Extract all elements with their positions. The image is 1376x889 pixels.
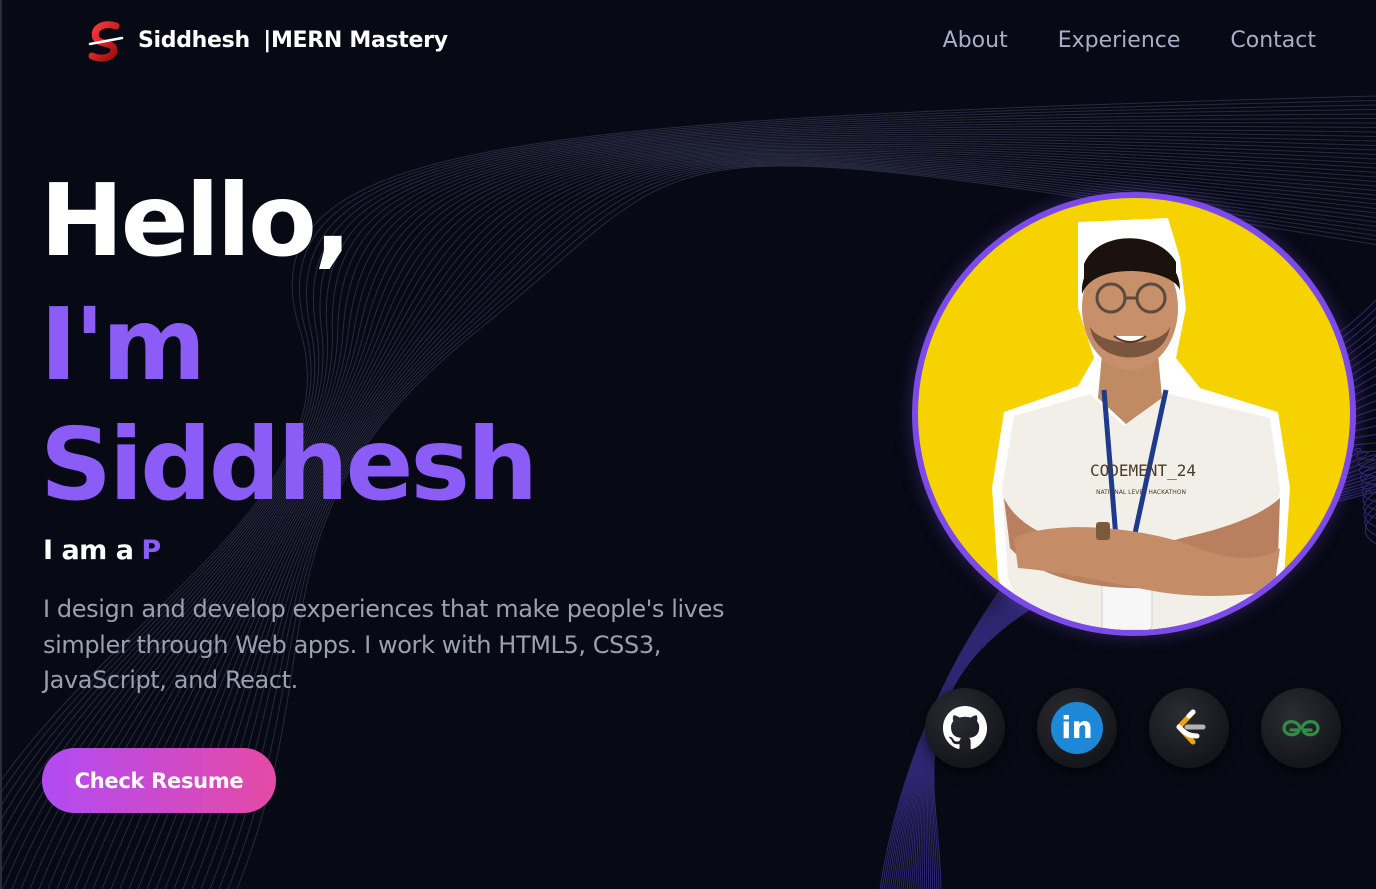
hero-name: Siddhesh <box>40 406 538 523</box>
brand-title[interactable]: Siddhesh |MERN Mastery <box>138 28 448 53</box>
brand-tagline: MERN Mastery <box>270 28 448 53</box>
social-links: in <box>925 688 1341 768</box>
linkedin-label: in <box>1061 711 1093 746</box>
profile-photo-frame: CODEMENT_24 NATIONAL LEVEL HACKATHON <box>912 192 1356 636</box>
linkedin-icon: in <box>1051 702 1103 754</box>
github-link[interactable] <box>925 688 1005 768</box>
shirt-text: CODEMENT_24 <box>1090 461 1196 480</box>
geeksforgeeks-icon <box>1282 720 1320 737</box>
brand-name: Siddhesh <box>138 28 250 53</box>
hero-greeting: Hello, <box>40 162 352 279</box>
geeksforgeeks-link[interactable] <box>1261 688 1341 768</box>
github-icon <box>942 705 988 750</box>
window-edge <box>0 0 2 889</box>
navbar: Siddhesh |MERN Mastery About Experience … <box>0 0 1376 86</box>
nav-link-experience[interactable]: Experience <box>1058 28 1181 53</box>
brand-separator: | <box>263 28 271 53</box>
nav-links: About Experience Contact <box>943 28 1316 53</box>
linkedin-link[interactable]: in <box>1037 688 1117 768</box>
leetcode-icon <box>1176 709 1206 745</box>
check-resume-button[interactable]: Check Resume <box>42 748 276 813</box>
nav-link-about[interactable]: About <box>943 28 1008 53</box>
hero-im: I'm <box>40 286 206 403</box>
shirt-subtext: NATIONAL LEVEL HACKATHON <box>1096 489 1186 496</box>
role-typed-text: P <box>141 535 161 566</box>
leetcode-link[interactable] <box>1149 688 1229 768</box>
intro-paragraph: I design and develop experiences that ma… <box>43 595 725 694</box>
brand-logo-icon[interactable] <box>86 20 126 64</box>
role-line: I am aP <box>43 535 161 566</box>
nav-link-contact[interactable]: Contact <box>1230 28 1316 53</box>
person-portrait-illustration: CODEMENT_24 NATIONAL LEVEL HACKATHON <box>992 218 1290 630</box>
role-prefix: I am a <box>43 535 134 566</box>
profile-photo: CODEMENT_24 NATIONAL LEVEL HACKATHON <box>918 198 1350 630</box>
